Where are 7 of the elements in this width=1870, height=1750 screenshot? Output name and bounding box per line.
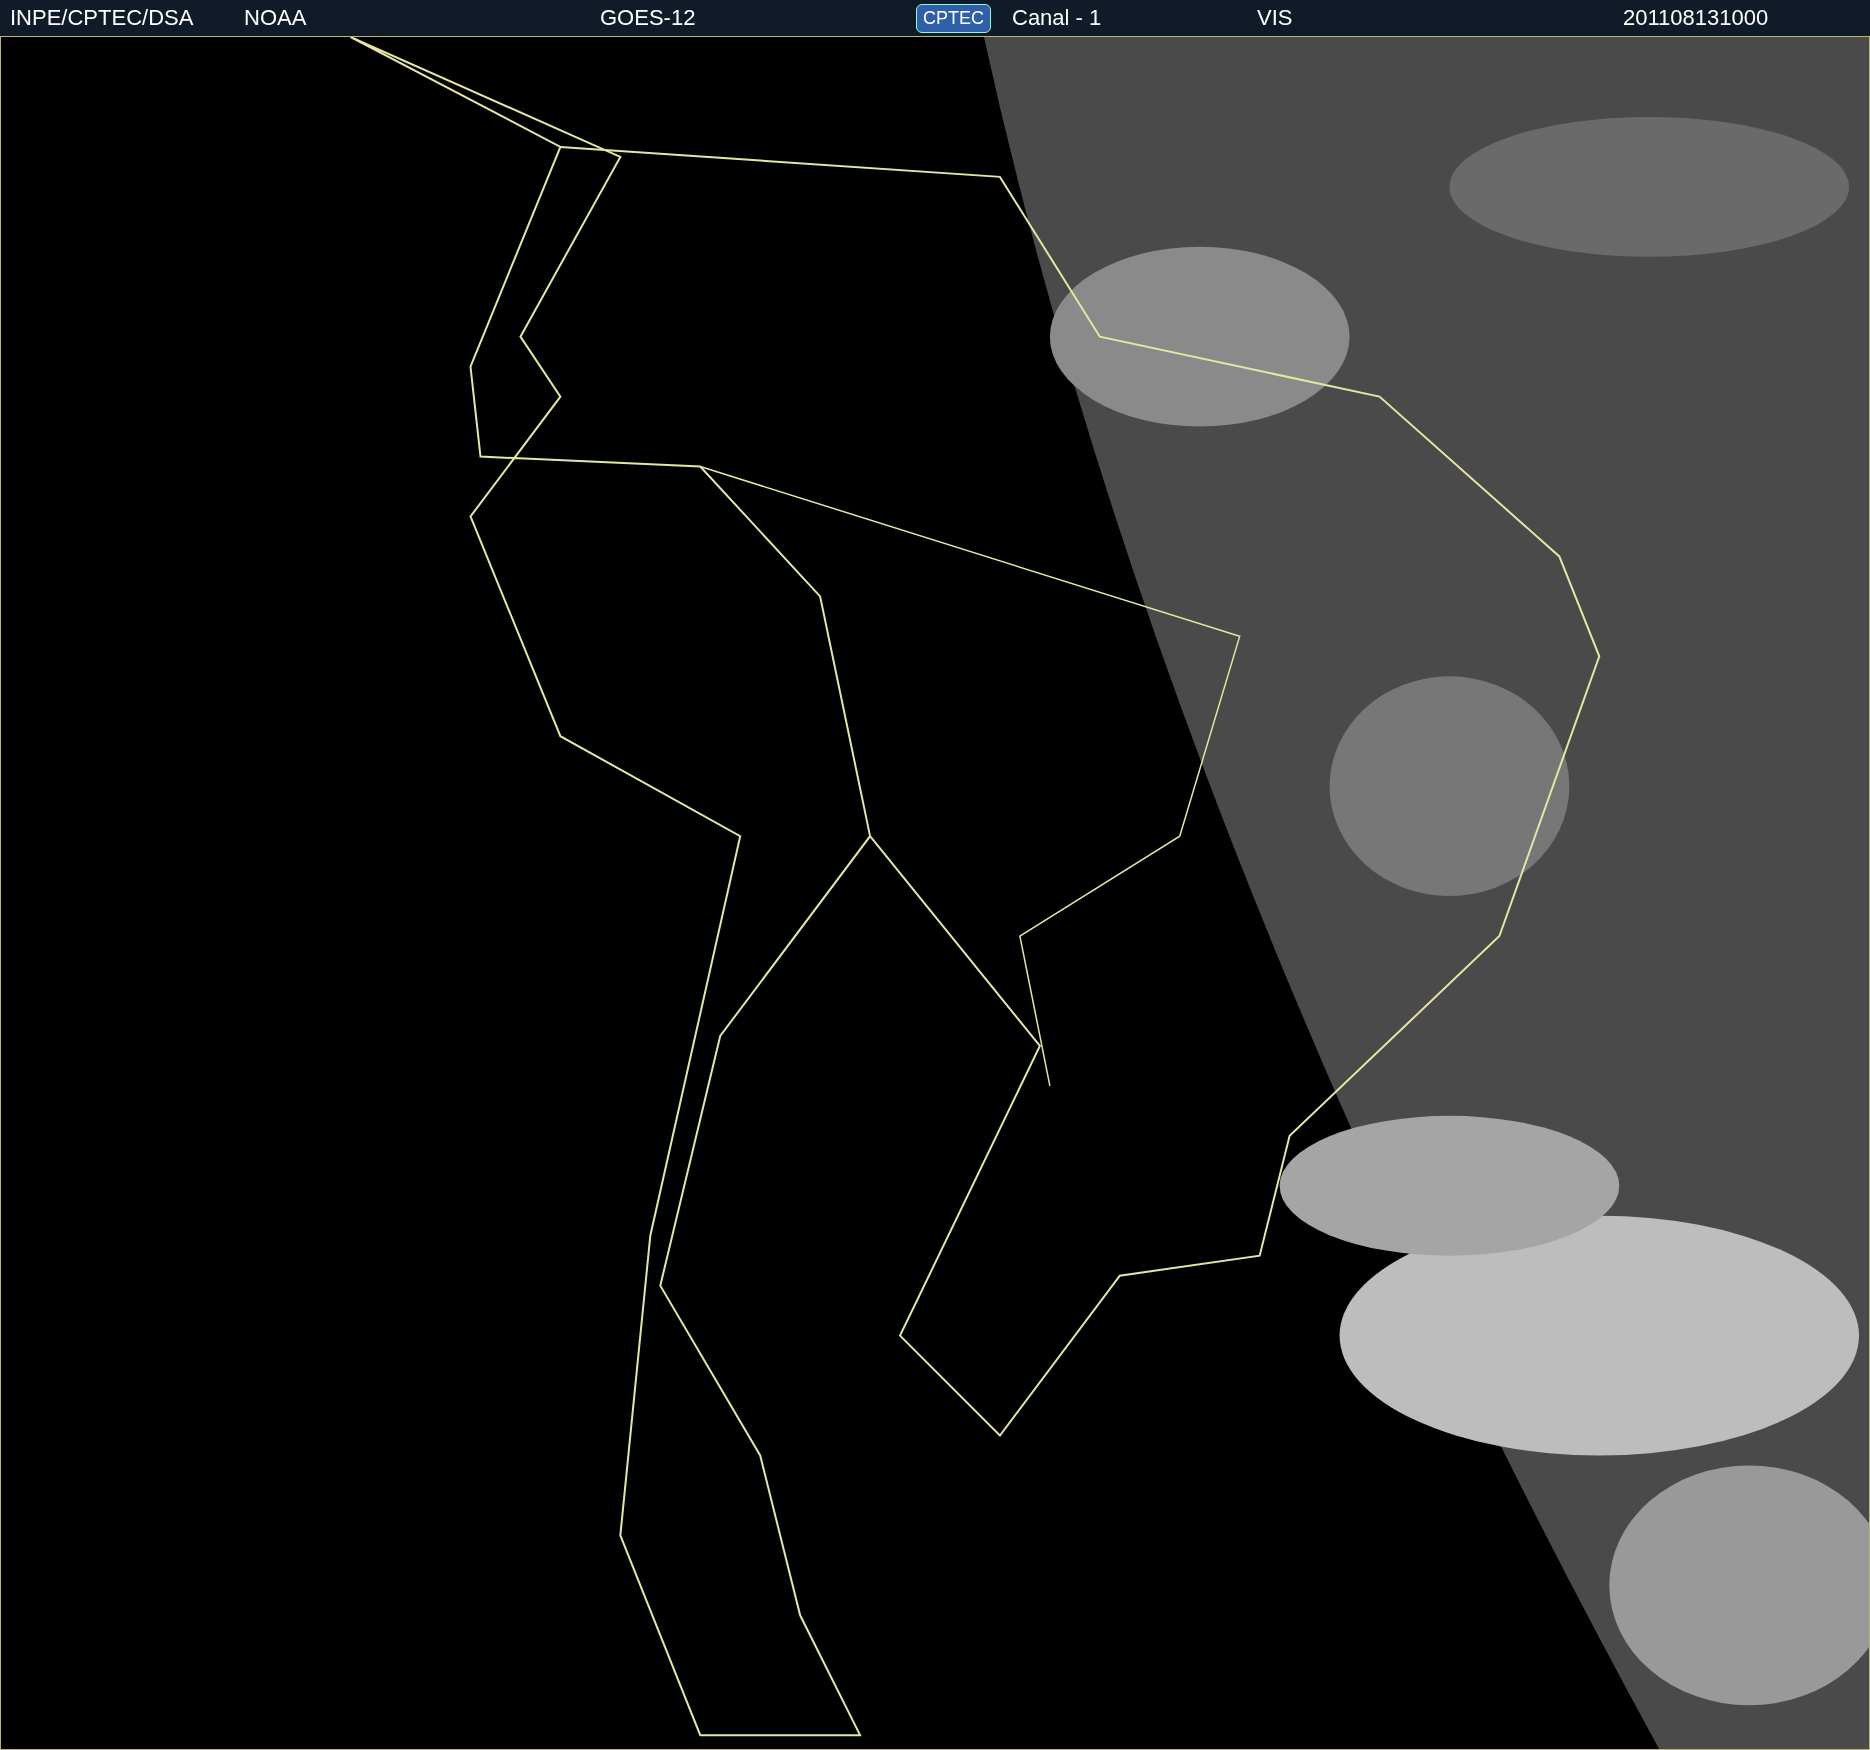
logo: CPTEC xyxy=(916,3,991,33)
header-label: INPE/CPTEC/DSA xyxy=(10,5,194,31)
header-label: Canal - 1 xyxy=(1012,5,1102,31)
header-label: GOES-12 xyxy=(600,5,696,31)
header-label: VIS xyxy=(1257,5,1293,31)
header-label: 201108131000 xyxy=(1623,5,1769,31)
header-label: NOAA xyxy=(244,5,307,31)
